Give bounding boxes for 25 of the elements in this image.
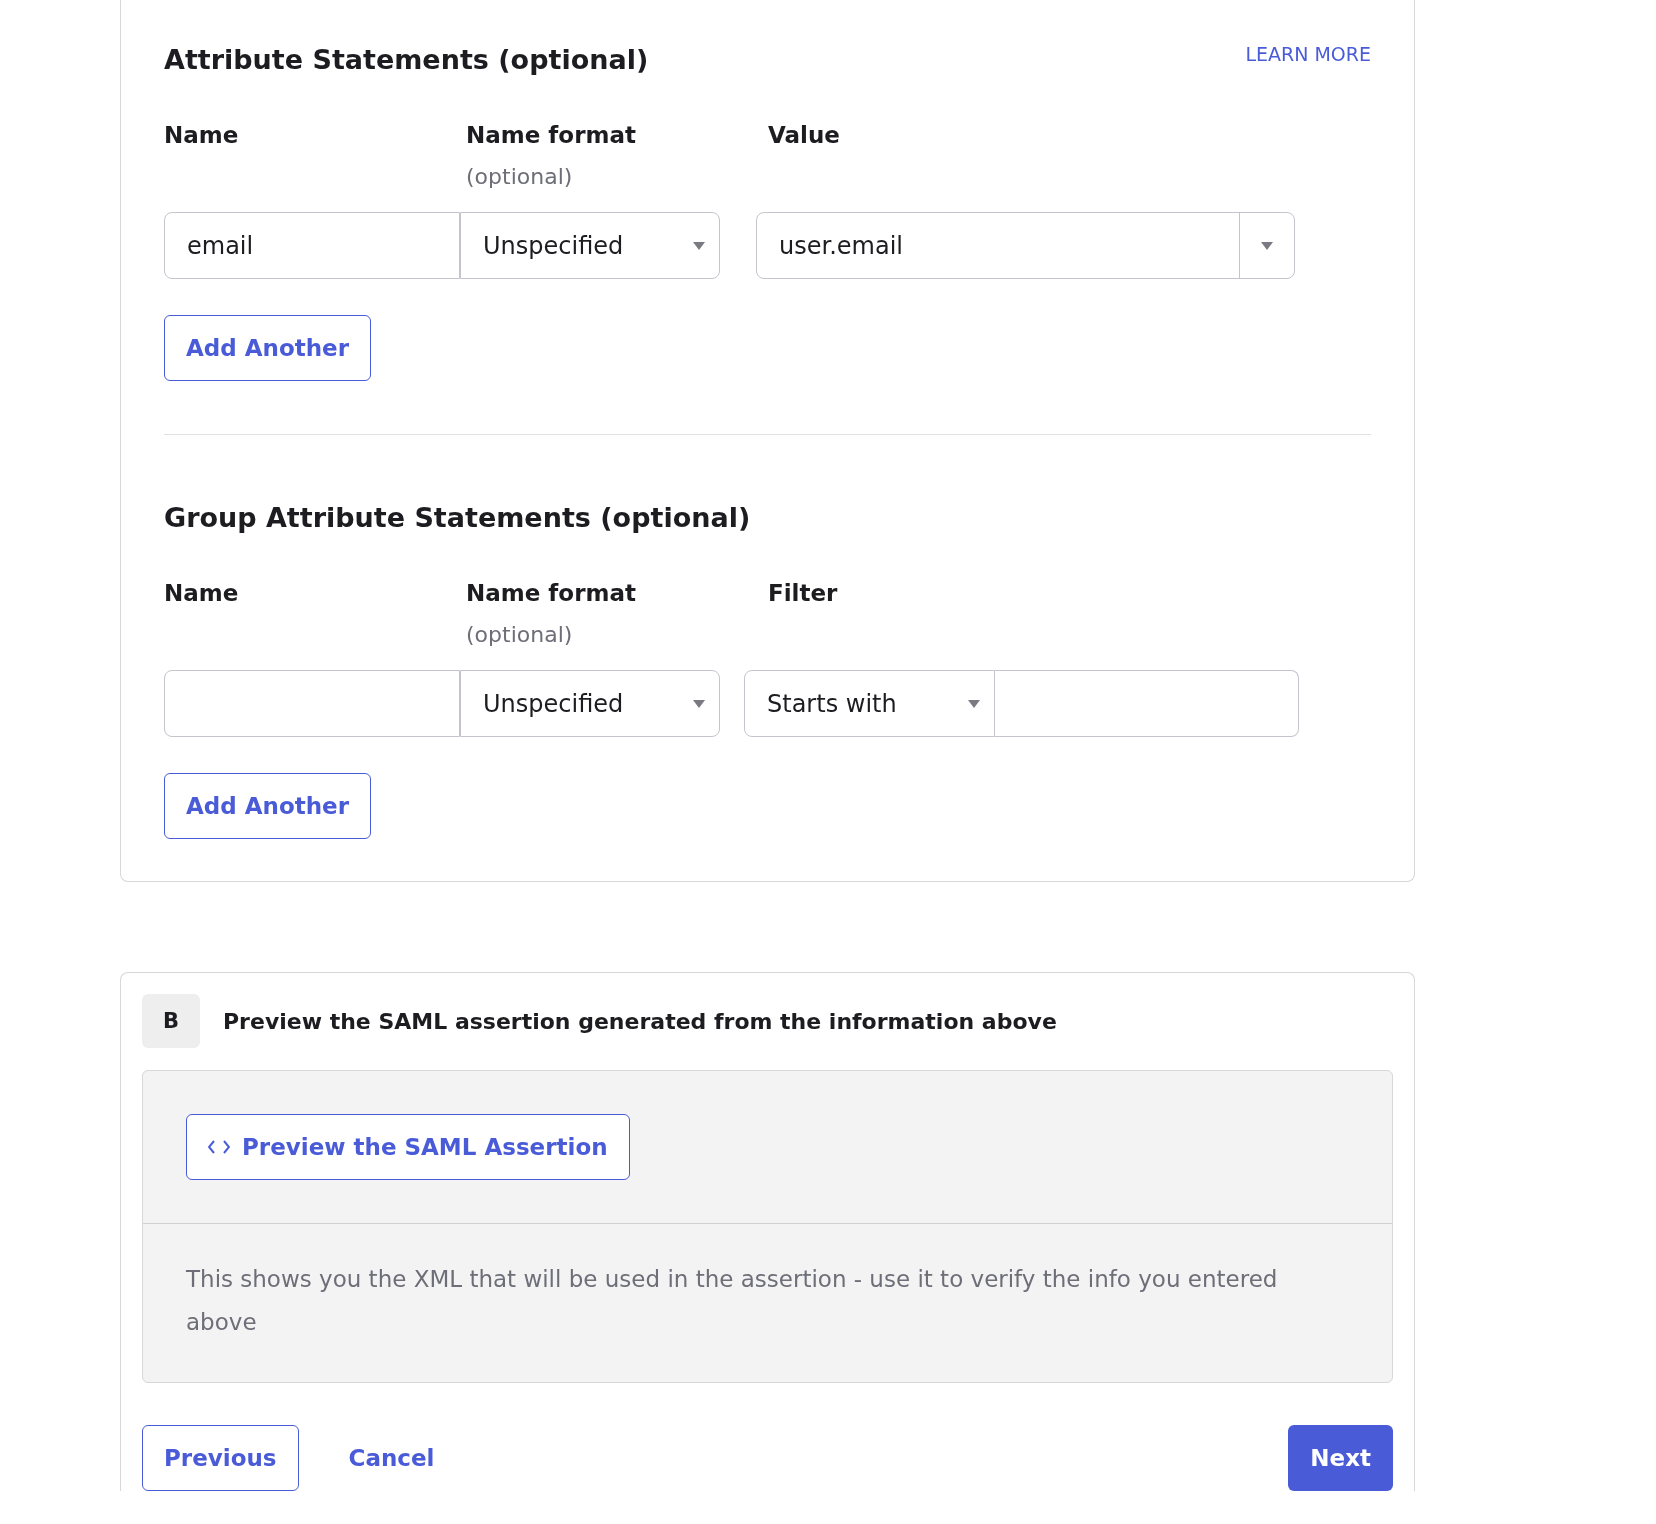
- column-label: Name: [164, 579, 240, 608]
- column-hint: (optional): [466, 163, 574, 191]
- preview-description: This shows you the XML that will be used in the assertion - use it to verify the info you entered above: [185, 1265, 1279, 1337]
- column-label: Name format: [466, 579, 637, 608]
- column-label: Name: [164, 121, 240, 150]
- filter-type-select[interactable]: Starts with: [744, 670, 995, 737]
- value-combobox[interactable]: user.email: [756, 212, 1295, 279]
- learn-more-link[interactable]: LEARN MORE: [1245, 42, 1371, 66]
- column-hint: (optional): [466, 621, 574, 649]
- step-badge: B: [142, 994, 200, 1048]
- step-title: Preview the SAML assertion generated from the information above: [223, 1008, 1057, 1034]
- section-title: Attribute Statements (optional): [164, 43, 649, 77]
- column-label: Filter: [768, 579, 839, 608]
- add-another-button[interactable]: Add Another: [164, 773, 372, 839]
- previous-button[interactable]: Previous: [142, 1425, 299, 1491]
- section-title: Group Attribute Statements (optional): [164, 501, 752, 535]
- name-format-select[interactable]: Unspecified: [460, 212, 720, 279]
- name-input[interactable]: email: [164, 212, 460, 279]
- cancel-link[interactable]: Cancel: [348, 1445, 435, 1471]
- add-another-button[interactable]: Add Another: [164, 315, 372, 381]
- column-label: Value: [768, 121, 841, 150]
- next-button[interactable]: Next: [1288, 1425, 1393, 1491]
- name-format-select[interactable]: Unspecified: [460, 670, 720, 737]
- column-label: Name format: [466, 121, 637, 150]
- preview-saml-button[interactable]: Preview the SAML Assertion: [186, 1114, 630, 1180]
